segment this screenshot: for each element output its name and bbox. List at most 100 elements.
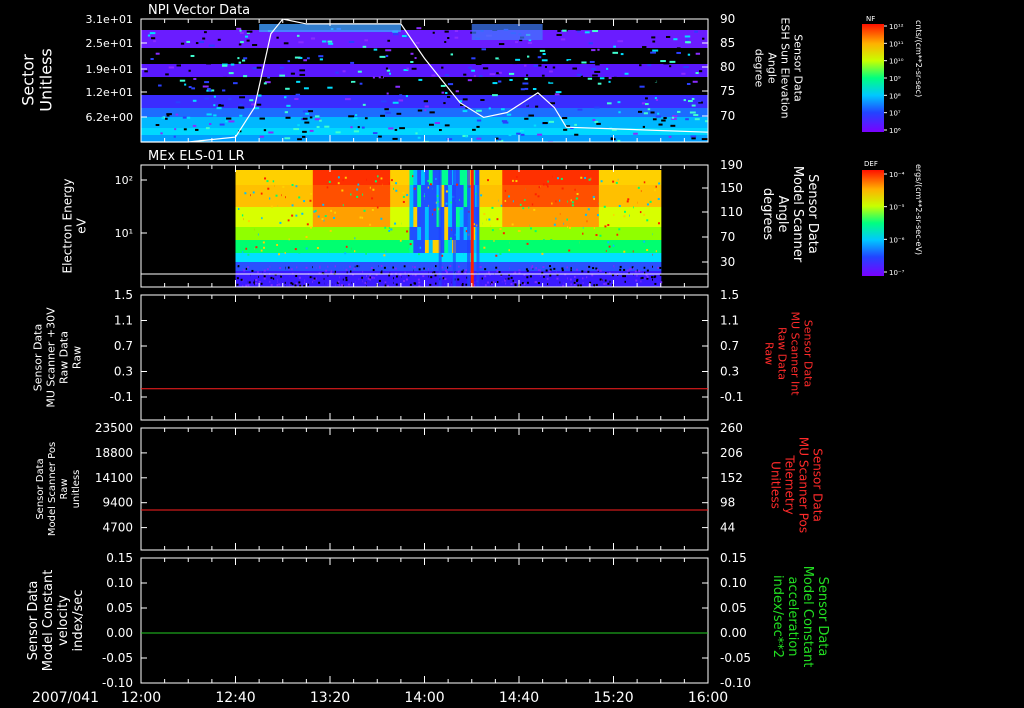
heat-cell	[575, 268, 578, 271]
heat-cell	[568, 249, 571, 252]
heat-cell	[339, 262, 345, 271]
heat-cell	[657, 198, 660, 201]
heat-cell	[351, 170, 356, 185]
axis-label-line: Raw Data	[776, 327, 789, 380]
heat-cell	[263, 82, 267, 85]
heat-cell	[397, 170, 403, 185]
heat-cell	[433, 271, 436, 274]
heat-cell	[626, 200, 629, 203]
heat-cell	[579, 185, 585, 207]
heat-cell	[176, 64, 181, 67]
heat-cell	[602, 253, 608, 262]
heat-cell	[384, 108, 389, 111]
heat-cell	[332, 185, 337, 207]
heat-cell	[260, 249, 263, 252]
heat-cell	[350, 61, 355, 64]
panel-npi: NPI Vector Data 3.1e+012.5e+011.9e+011.2…	[19, 3, 805, 143]
heat-cell	[433, 208, 436, 211]
heat-cell	[202, 85, 209, 88]
heat-cell	[518, 269, 521, 272]
heat-cell	[367, 277, 370, 280]
heat-cell	[657, 222, 660, 225]
heat-cell	[480, 194, 483, 197]
heat-cell	[636, 77, 640, 80]
heat-cell	[641, 207, 646, 227]
heat-cell	[530, 266, 533, 269]
heat-cell	[366, 240, 372, 253]
heat-cell	[508, 195, 511, 198]
heat-cell	[641, 262, 646, 271]
heat-cell	[353, 130, 360, 133]
heat-cell	[298, 251, 301, 254]
heat-cell	[415, 132, 418, 135]
heat-cell	[694, 118, 700, 121]
heat-cell	[528, 114, 534, 117]
heat-cell	[540, 170, 546, 185]
heat-cell	[579, 240, 585, 253]
heat-cell	[653, 227, 658, 240]
heat-cell	[339, 170, 345, 185]
heat-cell	[606, 185, 612, 207]
heat-cell	[250, 253, 256, 262]
heat-cell	[594, 120, 599, 123]
right-axis-label: Sensor DataMU Scanner PosTelemetryUnitle…	[769, 437, 825, 533]
heat-cell	[258, 227, 264, 240]
heat-cell	[588, 178, 591, 181]
heat-cell	[652, 80, 657, 83]
heat-cell	[702, 37, 705, 40]
heat-cell	[372, 76, 375, 79]
heat-cell	[542, 122, 548, 125]
heat-cell	[325, 269, 328, 272]
heat-cell	[339, 185, 345, 207]
heat-cell	[260, 192, 263, 195]
heat-cell	[238, 43, 242, 46]
heat-cell	[484, 284, 487, 287]
heat-cell	[295, 214, 298, 217]
heat-cell	[392, 137, 398, 140]
heat-cell	[527, 55, 530, 58]
heat-cell	[297, 227, 302, 240]
heat-cell	[336, 227, 341, 240]
heat-cell	[516, 132, 521, 135]
heat-cell	[560, 271, 565, 287]
heat-cell	[608, 77, 612, 80]
heat-cell	[320, 185, 326, 207]
heat-cell	[355, 240, 360, 253]
heat-cell	[259, 135, 264, 138]
heat-cell	[266, 227, 271, 240]
heat-cell	[230, 63, 235, 66]
heat-cell	[561, 269, 564, 272]
heat-cell	[285, 87, 290, 90]
heat-cell	[293, 170, 298, 185]
heat-cell	[355, 227, 360, 240]
heat-cell	[298, 196, 301, 199]
heat-cell	[614, 207, 619, 227]
heat-cell	[468, 66, 472, 69]
axis-label-line: Sensor Data	[815, 577, 830, 657]
heat-cell	[332, 170, 337, 185]
heat-cell	[359, 253, 364, 262]
heat-cell	[476, 125, 480, 128]
heat-cell	[569, 278, 572, 281]
heat-cell	[537, 133, 543, 136]
heat-cell	[542, 183, 545, 186]
heat-cell	[521, 262, 527, 271]
heat-cell	[517, 185, 523, 207]
heat-cell	[243, 269, 246, 272]
heat-cell	[305, 185, 310, 207]
heat-cell	[506, 207, 511, 227]
heat-cell	[421, 253, 426, 262]
heat-cell	[279, 55, 286, 58]
y-tick-label: 10¹	[115, 227, 133, 240]
heat-cell	[584, 31, 590, 34]
heat-cell	[488, 107, 491, 110]
npi-heatmap	[141, 19, 708, 142]
heat-cell	[610, 253, 615, 262]
heat-cell	[388, 229, 391, 232]
heat-cell	[290, 268, 293, 271]
heat-cell	[328, 240, 333, 253]
heat-cell	[274, 262, 279, 271]
axis-label-line: degree	[753, 49, 766, 88]
heat-cell	[370, 227, 376, 240]
time-tick-label: 16:00	[688, 690, 728, 706]
